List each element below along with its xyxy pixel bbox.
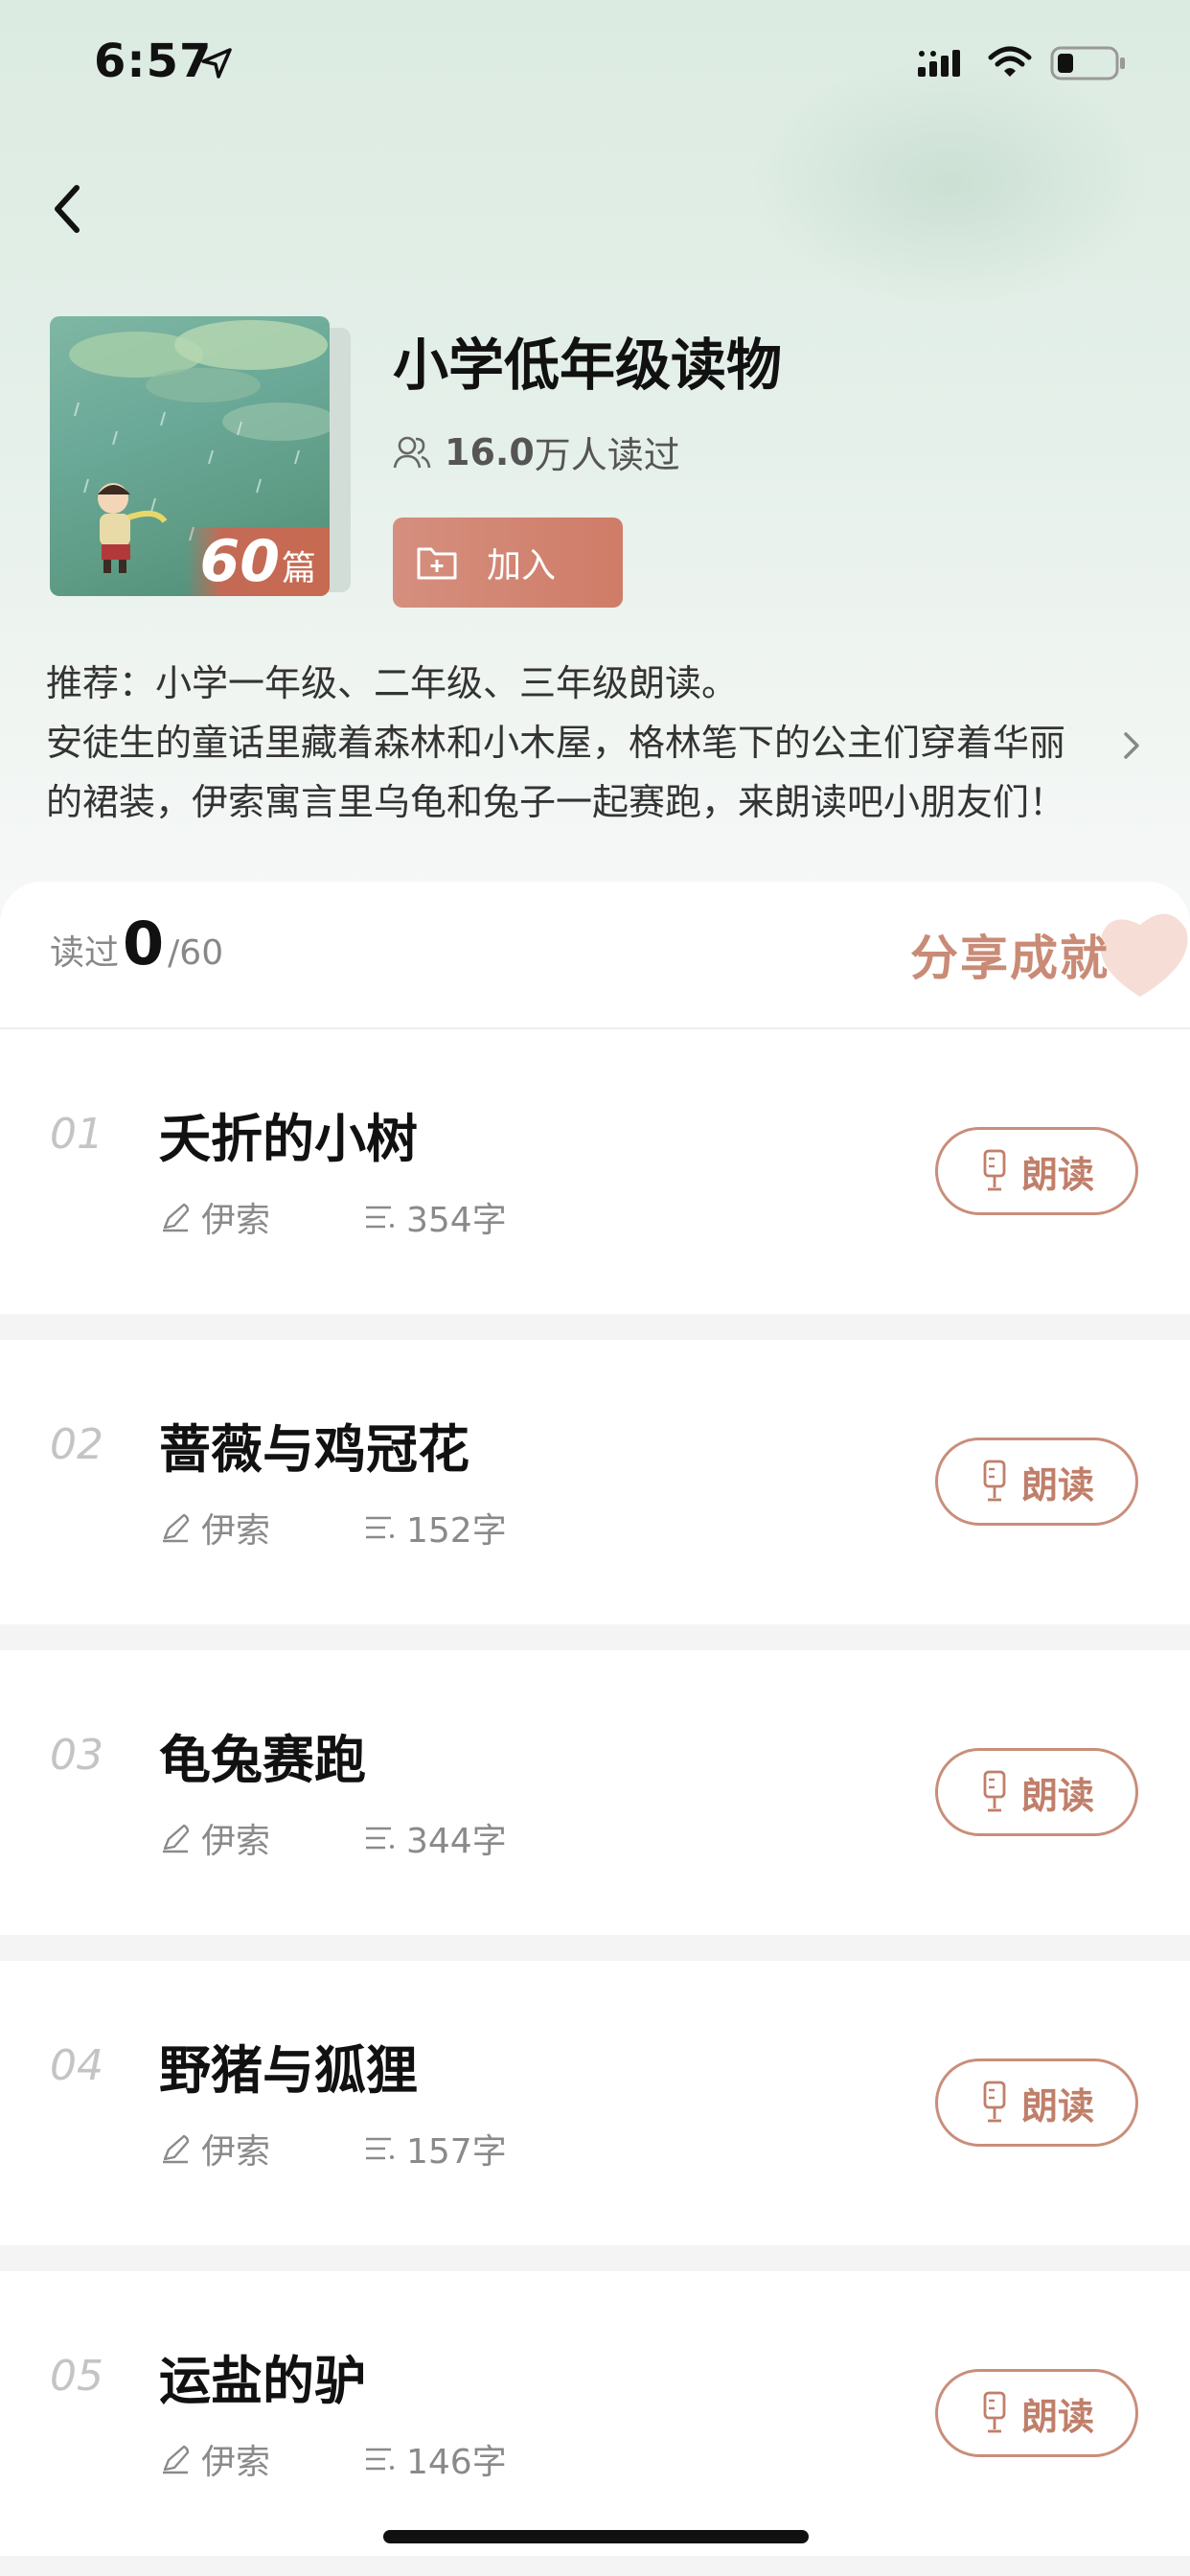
read-aloud-button[interactable]: 朗读 (935, 1438, 1138, 1526)
item-word-count: 157字 (406, 2132, 507, 2172)
item-title[interactable]: 运盐的驴 (159, 2338, 366, 2414)
item-index: 01 (50, 1110, 103, 1159)
word-count-icon (366, 2448, 394, 2471)
read-aloud-label: 朗读 (1020, 1463, 1094, 1506)
item-title[interactable]: 夭折的小树 (159, 1096, 418, 1172)
item-title[interactable]: 蔷薇与鸡冠花 (159, 1407, 469, 1483)
reader-count: 16.0 万人读过 (393, 426, 680, 478)
item-word-count: 146字 (406, 2443, 507, 2482)
item-word-count: 152字 (406, 1511, 507, 1551)
wifi-icon (988, 46, 1032, 77)
item-author: 伊索 (201, 1822, 271, 1861)
microphone-icon (983, 2081, 1006, 2123)
item-index: 04 (50, 2041, 103, 2090)
item-meta: 伊索 344字 (159, 1813, 507, 1863)
pen-icon (163, 1203, 190, 1232)
status-time: 6:57 (94, 34, 213, 88)
item-word-count: 354字 (406, 1201, 507, 1240)
description-line: 的裙装，伊索寓言里乌龟和兔子一起赛跑，来朗读吧小朋友们！ (46, 781, 1066, 823)
item-title[interactable]: 龟兔赛跑 (159, 1717, 366, 1793)
word-count-icon (366, 1827, 394, 1850)
read-aloud-button[interactable]: 朗读 (935, 2369, 1138, 2457)
pen-icon (163, 1513, 190, 1543)
read-aloud-button[interactable]: 朗读 (935, 1127, 1138, 1215)
pen-icon (163, 2445, 190, 2474)
battery-icon (1050, 46, 1125, 80)
pen-icon (163, 1824, 190, 1853)
cellular-signal-icon (918, 50, 960, 77)
item-index: 03 (50, 1731, 103, 1780)
description-line: 推荐：小学一年级、二年级、三年级朗读。 (46, 662, 739, 704)
read-aloud-button[interactable]: 朗读 (935, 2058, 1138, 2147)
read-progress: 读过 0 /60 (50, 908, 223, 978)
pen-icon (163, 2134, 190, 2164)
read-aloud-label: 朗读 (1020, 2084, 1094, 2128)
location-arrow-icon (201, 48, 232, 79)
list-item[interactable]: 03 龟兔赛跑 伊索 344字 朗读 (0, 1650, 1190, 1935)
back-chevron-icon[interactable] (44, 178, 90, 240)
status-bar: 6:57 (0, 0, 1190, 126)
share-achievement-button[interactable]: 分享成就 (910, 920, 1110, 989)
read-aloud-label: 朗读 (1020, 1774, 1094, 1817)
word-count-icon (366, 2137, 394, 2160)
item-meta: 伊索 146字 (159, 2434, 507, 2484)
word-count-icon (366, 1516, 394, 1539)
progress-total: /60 (168, 933, 224, 973)
item-index: 02 (50, 1420, 103, 1469)
item-meta: 伊索 157字 (159, 2124, 507, 2174)
list-item[interactable]: 02 蔷薇与鸡冠花 伊索 152字 朗读 (0, 1340, 1190, 1624)
add-to-shelf-button[interactable]: 加入 (393, 518, 623, 608)
item-title[interactable]: 野猪与狐狸 (159, 2028, 418, 2104)
item-meta: 伊索 354字 (159, 1192, 507, 1242)
reader-count-number: 16.0 (445, 430, 535, 473)
item-author: 伊索 (201, 1201, 271, 1240)
item-author: 伊索 (201, 2443, 271, 2482)
item-meta: 伊索 152字 (159, 1503, 507, 1552)
item-author: 伊索 (201, 1511, 271, 1551)
home-indicator[interactable] (383, 2530, 809, 2543)
description-line: 安徒生的童话里藏着森林和小木屋，格林笔下的公主们穿着华丽 (46, 722, 1066, 764)
progress-current: 0 (123, 908, 165, 978)
cover-count-unit: 篇 (281, 549, 316, 588)
list-item[interactable]: 01 夭折的小树 伊索 354字 朗读 (0, 1029, 1190, 1314)
progress-prefix: 读过 (50, 933, 120, 973)
list-item[interactable]: 05 运盐的驴 伊索 146字 朗读 (0, 2271, 1190, 2556)
read-aloud-label: 朗读 (1020, 1153, 1094, 1196)
read-aloud-button[interactable]: 朗读 (935, 1748, 1138, 1836)
chevron-right-icon[interactable] (1117, 726, 1146, 765)
microphone-icon (983, 2391, 1006, 2433)
microphone-icon (983, 1460, 1006, 1502)
collection-title: 小学低年级读物 (393, 333, 783, 398)
collection-description[interactable]: 推荐：小学一年级、二年级、三年级朗读。 安徒生的童话里藏着森林和小木屋，格林笔下… (46, 654, 1110, 832)
microphone-icon (983, 1770, 1006, 1812)
item-index: 05 (50, 2352, 103, 2401)
item-word-count: 344字 (406, 1822, 507, 1861)
article-list: 01 夭折的小树 伊索 354字 朗读 02 蔷薇与鸡冠花 伊索 152字 朗读… (0, 1029, 1190, 2576)
item-author: 伊索 (201, 2132, 271, 2172)
people-icon (393, 436, 431, 468)
read-aloud-label: 朗读 (1020, 2395, 1094, 2438)
book-cover[interactable]: 60 篇 (50, 316, 330, 596)
folder-plus-icon (417, 547, 457, 580)
cover-article-count: 60 篇 (186, 527, 330, 596)
cover-count-number: 60 (199, 528, 280, 595)
add-button-label: 加入 (487, 546, 557, 586)
list-item[interactable]: 04 野猪与狐狸 伊索 157字 朗读 (0, 1961, 1190, 2245)
word-count-icon (366, 1206, 394, 1229)
reader-count-label: 万人读过 (534, 434, 680, 476)
microphone-icon (983, 1149, 1006, 1191)
